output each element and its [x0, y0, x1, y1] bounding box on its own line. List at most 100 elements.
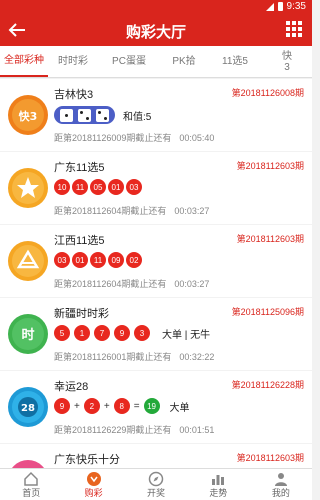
lottery-card[interactable]: 时 新疆时时彩 第20181125096期 5 1 7 9 3 大单 | 无牛 … — [0, 298, 312, 370]
number-ball: 03 — [54, 252, 70, 268]
status-time: 9:35 — [286, 1, 306, 12]
user-icon — [274, 473, 287, 486]
home-icon — [24, 471, 38, 486]
nav-home[interactable]: 首页 — [0, 469, 62, 500]
compass-icon — [148, 471, 164, 487]
number-ball: 3 — [134, 325, 150, 341]
deadline-info: 距第20181126001期截止还有 00:32:22 — [54, 350, 214, 363]
number-ball: 11 — [72, 179, 88, 195]
dice-2-icon — [78, 108, 91, 122]
countdown: 00:01:51 — [179, 425, 215, 435]
nav-buy[interactable]: 购彩 — [62, 469, 124, 500]
tab-all[interactable]: 全部彩种 — [0, 46, 48, 77]
11x5-logo-icon — [8, 241, 48, 281]
lottery-name: 江西11选5 — [54, 235, 105, 247]
lottery-name: 广东快乐十分 — [54, 454, 120, 466]
draw-result: 和值:5 — [54, 106, 151, 124]
lottery-type-tabs: 全部彩种 时时彩 PC蛋蛋 PK拾 11选5 快3 — [0, 46, 312, 78]
nav-results[interactable]: 开奖 — [125, 469, 187, 500]
number-ball: 09 — [108, 252, 124, 268]
number-ball: 7 — [94, 325, 110, 341]
deadline-text: 距第2018112604期截止还有 — [54, 206, 167, 216]
dice-1-icon — [60, 108, 73, 122]
result-attributes: 大单 | 无牛 — [162, 329, 211, 341]
tab-pcdd[interactable]: PC蛋蛋 — [98, 46, 160, 77]
bottom-nav: 首页 购彩 开奖 走势 我的 — [0, 468, 312, 500]
dice-group — [54, 106, 115, 124]
tab-k3[interactable]: 快3 — [262, 46, 312, 77]
draw-result: 9 + 2 + 8 = 19 大单 — [54, 398, 190, 414]
lottery-issue: 第2018112603期 — [236, 161, 304, 171]
lottery-card[interactable]: 广东11选5 第2018112603期 10 11 05 01 03 距第201… — [0, 152, 312, 224]
number-ball: 5 — [54, 325, 70, 341]
deadline-text: 距第20181126009期截止还有 — [54, 133, 172, 143]
nav-label: 购彩 — [84, 488, 103, 498]
tab-pk10[interactable]: PK拾 — [160, 46, 208, 77]
page-title: 购彩大厅 — [125, 24, 186, 41]
sum-ball: 19 — [143, 398, 160, 414]
k3-logo-icon: 快3 — [8, 95, 48, 135]
draw-result: 03 01 11 09 02 — [54, 252, 142, 268]
logo-label: 快3 — [18, 109, 38, 123]
plus-sign: + — [103, 400, 110, 412]
draw-result: 10 11 05 01 03 — [54, 179, 142, 195]
sum-value: 和值:5 — [123, 111, 152, 123]
lucky28-logo-icon: 28 — [8, 387, 48, 427]
logo-label: 28 — [21, 403, 35, 414]
number-ball: 05 — [90, 179, 106, 195]
number-ball: 11 — [90, 252, 106, 268]
lottery-name: 广东11选5 — [54, 162, 105, 174]
battery-icon — [277, 2, 283, 11]
result-attributes: 大单 — [169, 402, 190, 414]
countdown: 00:05:40 — [179, 133, 215, 143]
countdown: 00:32:22 — [179, 352, 215, 362]
nav-label: 走势 — [209, 488, 228, 498]
title-bar: 购彩大厅 — [0, 14, 312, 46]
deadline-info: 距第2018112604期截止还有 00:03:27 — [54, 204, 209, 217]
draw-result: 5 1 7 9 3 大单 | 无牛 — [54, 325, 210, 341]
number-ball: 03 — [126, 179, 142, 195]
deadline-text: 距第20181126229期截止还有 — [54, 425, 172, 435]
deadline-text: 距第2018112604期截止还有 — [54, 279, 167, 289]
number-ball: 2 — [83, 398, 100, 414]
wifi-signal-icon — [265, 2, 274, 11]
lottery-issue: 第2018112603期 — [236, 453, 304, 463]
nav-label: 开奖 — [147, 488, 166, 498]
lottery-card[interactable]: 28 幸运28 第20181126228期 9 + 2 + 8 = 19 大单 … — [0, 371, 312, 443]
number-ball: 10 — [54, 179, 70, 195]
number-ball: 02 — [126, 252, 142, 268]
number-ball: 8 — [113, 398, 130, 414]
lottery-issue: 第20181126228期 — [231, 380, 304, 390]
number-ball: 9 — [54, 398, 70, 414]
number-ball: 9 — [114, 325, 130, 341]
bar-chart-icon — [212, 475, 225, 485]
lottery-card[interactable]: 快3 吉林快3 第20181126008期 和值:5 距第20181126009… — [0, 79, 312, 151]
number-ball: 01 — [108, 179, 124, 195]
countdown: 00:03:27 — [174, 279, 210, 289]
status-bar: 9:35 — [0, 0, 312, 14]
number-ball: 01 — [72, 252, 88, 268]
deadline-info: 距第20181126229期截止还有 00:01:51 — [54, 423, 214, 436]
deadline-text: 距第20181126001期截止还有 — [54, 352, 172, 362]
lottery-card[interactable]: 江西11选5 第2018112603期 03 01 11 09 02 距第201… — [0, 225, 312, 297]
dice-2-icon — [96, 108, 109, 122]
nav-trend[interactable]: 走势 — [187, 469, 249, 500]
number-ball: 1 — [74, 325, 90, 341]
deadline-info: 距第20181126009期截止还有 00:05:40 — [54, 131, 214, 144]
deadline-info: 距第2018112604期截止还有 00:03:27 — [54, 277, 209, 290]
ssc-logo-icon: 时 — [8, 314, 48, 354]
countdown: 00:03:27 — [174, 206, 210, 216]
11x5-logo-icon — [8, 168, 48, 208]
tab-ssc[interactable]: 时时彩 — [48, 46, 98, 77]
grid-menu-icon[interactable] — [286, 21, 302, 37]
lottery-card[interactable]: 广东快乐十分 第2018112603期 — [0, 444, 312, 469]
lottery-name: 幸运28 — [54, 381, 89, 393]
logo-label: 时 — [21, 327, 34, 343]
lottery-list: 快3 吉林快3 第20181126008期 和值:5 距第20181126009… — [0, 79, 312, 469]
lottery-issue: 第2018112603期 — [236, 234, 304, 244]
nav-mine[interactable]: 我的 — [250, 469, 312, 500]
equals-sign: = — [133, 400, 140, 412]
lottery-issue: 第20181126008期 — [231, 88, 304, 98]
tab-11x5[interactable]: 11选5 — [208, 46, 262, 77]
lottery-issue: 第20181125096期 — [231, 307, 304, 317]
